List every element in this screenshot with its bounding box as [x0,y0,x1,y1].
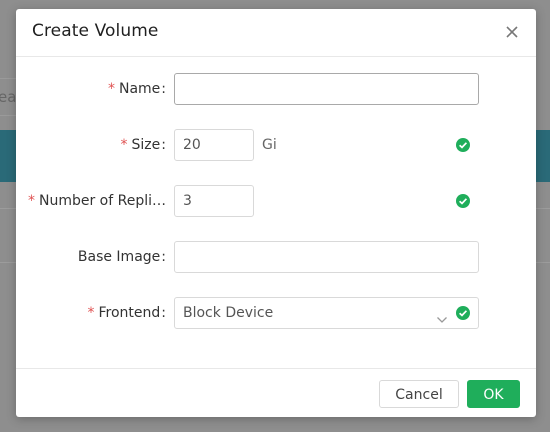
check-circle-icon [456,194,470,208]
frontend-label-text: Frontend [98,305,161,321]
replicas-label: * Number of Repli… [28,185,166,217]
check-circle-icon [456,306,470,320]
size-label: * Size: [120,137,166,153]
create-volume-dialog: Create Volume * Name: * Size: 20 Gi * Numbe… [16,9,536,417]
required-star: * [107,81,115,97]
check-circle-icon [456,138,470,152]
replicas-label-text: Number of Repli… [38,193,166,209]
base-image-label: Base Image: [77,249,166,265]
form-row-name: * Name: [16,73,536,105]
ok-button[interactable]: OK [467,380,520,408]
base-image-label-text: Base Image [77,249,161,265]
cancel-button[interactable]: Cancel [379,380,459,408]
size-label-text: Size [131,137,161,153]
form-row-frontend: * Frontend: Block Device [16,297,536,329]
size-input[interactable]: 20 [174,129,254,161]
required-star: * [120,137,128,153]
dialog-footer: Cancel OK [16,368,536,418]
size-unit: Gi [262,137,277,153]
required-star: * [87,305,95,321]
name-label-text: Name [118,81,161,97]
frontend-label: * Frontend: [87,305,166,321]
dialog-header: Create Volume [16,9,536,57]
form-row-size: * Size: 20 Gi [16,129,536,161]
required-star: * [27,193,35,209]
chevron-down-icon[interactable] [436,309,448,323]
form-row-replicas: * Number of Repli… 3 [16,185,536,217]
dialog-title: Create Volume [32,21,159,41]
close-icon[interactable] [502,22,522,42]
name-label: * Name: [107,81,166,97]
form-row-base-image: Base Image: [16,241,536,273]
base-image-input[interactable] [174,241,479,273]
replicas-input[interactable]: 3 [174,185,254,217]
frontend-select[interactable]: Block Device [174,297,479,329]
name-input[interactable] [174,73,479,105]
